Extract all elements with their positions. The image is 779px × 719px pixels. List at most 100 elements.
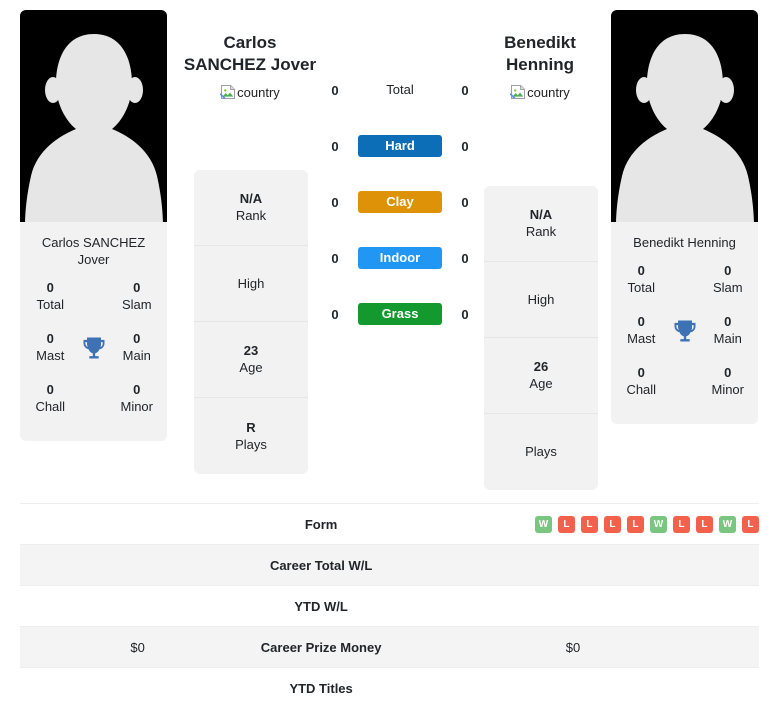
comparison-header: Carlos SANCHEZ Jover 0 Total 0 Slam 0 Ma… bbox=[0, 0, 779, 500]
titles-total-label: Total bbox=[627, 280, 655, 295]
player-flag-left: country bbox=[165, 84, 335, 100]
player-first-name-right: Benedikt bbox=[504, 33, 576, 52]
form-badge-0[interactable]: W bbox=[534, 515, 552, 533]
surface-hard-left-value: 0 bbox=[331, 138, 339, 154]
surface-clay-right-value: 0 bbox=[461, 194, 469, 210]
surface-clay-badge[interactable]: Clay bbox=[358, 191, 442, 213]
form-badge-5[interactable]: W bbox=[649, 515, 667, 533]
titles-chall-label: Chall bbox=[35, 399, 66, 414]
row-career-total-wl-right bbox=[387, 545, 759, 586]
titles-slam-label: Slam bbox=[712, 280, 743, 295]
titles-mast-left: 0 Mast bbox=[26, 331, 75, 364]
surface-total-label: Total bbox=[386, 82, 414, 97]
titles-mast-label: Mast bbox=[36, 348, 65, 363]
titles-total-value: 0 bbox=[46, 280, 54, 295]
player-photo-left bbox=[20, 10, 167, 222]
titles-main-value: 0 bbox=[133, 331, 141, 346]
titles-slam-value: 0 bbox=[724, 263, 732, 278]
form-badge-1[interactable]: L bbox=[557, 515, 575, 533]
form-badge-9[interactable]: L bbox=[741, 515, 759, 533]
titles-minor-value: 0 bbox=[724, 365, 732, 380]
info-high-label: High bbox=[527, 291, 555, 307]
player-card-right[interactable]: Benedikt Henning 0 Total 0 Slam 0 Mast 0… bbox=[611, 10, 758, 424]
titles-minor-value: 0 bbox=[133, 382, 141, 397]
titles-chall-label: Chall bbox=[626, 382, 657, 397]
surface-grass-right-value: 0 bbox=[461, 306, 469, 322]
info-plays-label: Plays bbox=[235, 436, 267, 452]
form-badges-right: WLLLLWLLWL bbox=[387, 515, 759, 533]
row-career-total-wl-left bbox=[20, 545, 255, 586]
row-ytd-titles-right bbox=[387, 668, 759, 709]
surface-row-total: 0 Total 0 bbox=[318, 62, 482, 118]
info-plays-label: Plays bbox=[525, 444, 557, 459]
titles-total-left: 0 Total bbox=[26, 280, 75, 313]
trophy-icon-cell-left bbox=[75, 334, 113, 362]
trophy-icon-cell-right bbox=[666, 317, 704, 345]
row-form-right-cell: WLLLLWLLWL bbox=[387, 504, 759, 545]
row-ytd-titles-label: YTD Titles bbox=[289, 680, 353, 696]
player-flag-alt-left: country bbox=[237, 84, 280, 100]
form-badge-7[interactable]: L bbox=[695, 515, 713, 533]
titles-total-value: 0 bbox=[637, 263, 645, 278]
surface-hard-right-value: 0 bbox=[461, 138, 469, 154]
player-first-name-left: Carlos bbox=[223, 33, 277, 52]
info-age-label: Age bbox=[239, 360, 263, 375]
row-ytd-wl-right bbox=[387, 586, 759, 627]
info-age-left: 23 Age bbox=[194, 322, 308, 398]
titles-main-left: 0 Main bbox=[113, 331, 162, 364]
titles-chall-value: 0 bbox=[637, 365, 645, 380]
form-badge-4[interactable]: L bbox=[626, 515, 644, 533]
table-row: YTD W/L bbox=[20, 585, 759, 627]
titles-grid-right: 0 Total 0 Slam 0 Mast 0 Main 0 Chall 0 M… bbox=[611, 261, 758, 424]
titles-mast-value: 0 bbox=[637, 314, 645, 329]
broken-image-icon bbox=[510, 85, 526, 99]
player-card-name-left: Carlos SANCHEZ Jover bbox=[41, 235, 146, 267]
table-row: Career Total W/L bbox=[20, 544, 759, 586]
titles-main-value: 0 bbox=[724, 314, 732, 329]
table-row: $0 Career Prize Money $0 bbox=[20, 626, 759, 668]
form-badge-3[interactable]: L bbox=[603, 515, 621, 533]
row-ytd-titles-left bbox=[20, 668, 255, 709]
titles-slam-label: Slam bbox=[121, 297, 152, 312]
titles-mast-label: Mast bbox=[627, 331, 656, 346]
player-info-panel-right: N/A Rank High 26 Age Plays bbox=[484, 186, 598, 490]
titles-main-right: 0 Main bbox=[704, 314, 753, 347]
titles-slam-left: 0 Slam bbox=[113, 280, 162, 313]
surface-row-hard: 0 Hard 0 bbox=[318, 118, 482, 174]
titles-mast-value: 0 bbox=[46, 331, 54, 346]
player-last-name-left: SANCHEZ Jover bbox=[183, 55, 317, 74]
info-rank-label: Rank bbox=[235, 208, 267, 223]
row-form-label: Form bbox=[304, 516, 338, 532]
surface-total-left-value: 0 bbox=[331, 82, 339, 98]
surface-row-clay: 0 Clay 0 bbox=[318, 174, 482, 230]
player-card-left[interactable]: Carlos SANCHEZ Jover 0 Total 0 Slam 0 Ma… bbox=[20, 10, 167, 441]
form-badge-6[interactable]: L bbox=[672, 515, 690, 533]
player-info-panel-left: N/A Rank High 23 Age R Plays bbox=[194, 170, 308, 474]
player-comparison-page: Carlos SANCHEZ Jover 0 Total 0 Slam 0 Ma… bbox=[0, 0, 779, 719]
titles-minor-label: Minor bbox=[711, 382, 744, 397]
titles-minor-left: 0 Minor bbox=[113, 382, 162, 415]
titles-chall-right: 0 Chall bbox=[617, 365, 666, 398]
row-prize-money-left: $0 bbox=[130, 639, 145, 655]
surface-total-right-value: 0 bbox=[461, 82, 469, 98]
info-rank-right: N/A Rank bbox=[484, 186, 598, 262]
titles-chall-value: 0 bbox=[46, 382, 54, 397]
titles-main-label: Main bbox=[713, 331, 742, 346]
surface-indoor-badge[interactable]: Indoor bbox=[358, 247, 442, 269]
trophy-icon bbox=[83, 337, 104, 358]
surface-grass-badge[interactable]: Grass bbox=[358, 303, 442, 325]
comparison-stats-table: Form WLLLLWLLWL Career Total W/L YTD W/L… bbox=[20, 503, 759, 709]
surface-clay-left-value: 0 bbox=[331, 194, 339, 210]
titles-chall-left: 0 Chall bbox=[26, 382, 75, 415]
info-age-value: 26 bbox=[533, 359, 549, 374]
form-badge-8[interactable]: W bbox=[718, 515, 736, 533]
form-badge-2[interactable]: L bbox=[580, 515, 598, 533]
info-plays-left: R Plays bbox=[194, 398, 308, 474]
titles-total-label: Total bbox=[36, 297, 64, 312]
info-plays-right: Plays bbox=[484, 414, 598, 490]
surface-hard-badge[interactable]: Hard bbox=[358, 135, 442, 157]
surface-row-indoor: 0 Indoor 0 bbox=[318, 230, 482, 286]
info-rank-left: N/A Rank bbox=[194, 170, 308, 246]
player-name-header-left: Carlos SANCHEZ Jover country bbox=[165, 32, 335, 100]
row-prize-money-right: $0 bbox=[565, 639, 581, 655]
